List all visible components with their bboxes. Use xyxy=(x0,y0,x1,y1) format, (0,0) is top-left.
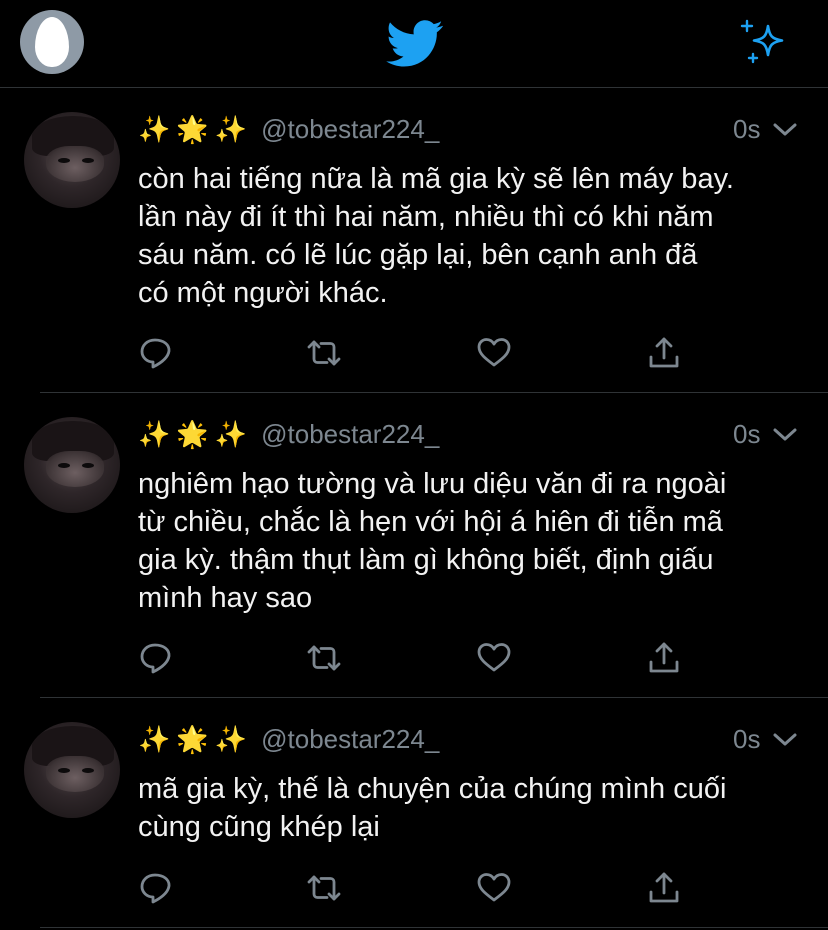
share-button[interactable] xyxy=(646,640,682,676)
tweet-text-line: gia kỳ. thậm thụt làm gì không biết, địn… xyxy=(138,544,714,576)
tweet-text: còn hai tiếng nữa là mã gia kỳ sẽ lên má… xyxy=(138,160,818,312)
tweet-header: ✨ 🌟 ✨ @tobestar224_ xyxy=(138,112,439,146)
sparkle-icon[interactable] xyxy=(738,18,790,66)
tweet-timestamp: 0s xyxy=(733,418,761,449)
tweet-timestamp: 0s xyxy=(733,113,761,144)
tweet-header: ✨ 🌟 ✨ @tobestar224_ xyxy=(138,722,439,756)
author-handle[interactable]: @tobestar224_ xyxy=(261,724,439,755)
author-avatar[interactable] xyxy=(24,112,120,208)
tweet-actions xyxy=(138,870,698,906)
sparkles-emoji: ✨ xyxy=(214,419,248,449)
heart-icon xyxy=(477,873,511,902)
reply-button[interactable] xyxy=(138,870,174,906)
tweet-card[interactable]: ✨ 🌟 ✨ @tobestar224_ 0s mã gia kỳ, thế là… xyxy=(0,698,828,930)
like-button[interactable] xyxy=(476,640,512,676)
sparkles-emoji: ✨ xyxy=(214,724,248,754)
like-button[interactable] xyxy=(476,335,512,371)
tweet-text-line: mình hay sao xyxy=(138,582,313,614)
share-icon xyxy=(649,872,679,903)
retweet-icon xyxy=(307,875,341,901)
tweet-text-line: nghiêm hạo tường và lưu diệu văn đi ra n… xyxy=(138,468,727,500)
tweet-header: ✨ 🌟 ✨ @tobestar224_ xyxy=(138,417,439,451)
tweet-text-line: có một người khác. xyxy=(138,277,388,309)
sparkles-emoji: ✨ xyxy=(138,419,171,449)
share-icon xyxy=(649,642,679,673)
profile-avatar[interactable] xyxy=(20,10,84,74)
egg-avatar-icon xyxy=(35,17,69,67)
share-button[interactable] xyxy=(646,335,682,371)
sparkles-emoji: ✨ xyxy=(138,114,171,144)
tweet-text: mã gia kỳ, thế là chuyện của chúng mình … xyxy=(138,770,818,846)
retweet-icon xyxy=(307,645,341,671)
reply-icon xyxy=(140,643,171,674)
tweet-card[interactable]: ✨ 🌟 ✨ @tobestar224_ 0s nghiêm hạo tường … xyxy=(0,393,828,698)
author-avatar[interactable] xyxy=(24,722,120,818)
reply-icon xyxy=(140,873,171,904)
divider xyxy=(40,927,828,928)
reply-button[interactable] xyxy=(138,640,174,676)
glowing-star-emoji: 🌟 xyxy=(176,724,209,754)
tweet-actions xyxy=(138,640,698,676)
top-bar xyxy=(0,0,828,88)
sparkles-emoji: ✨ xyxy=(214,114,248,144)
tweet-timestamp: 0s xyxy=(733,723,761,754)
tweet-actions xyxy=(138,335,698,371)
like-button[interactable] xyxy=(476,870,512,906)
reply-button[interactable] xyxy=(138,335,174,371)
author-handle[interactable]: @tobestar224_ xyxy=(261,419,439,450)
heart-icon xyxy=(477,643,511,672)
retweet-button[interactable] xyxy=(306,640,342,676)
retweet-button[interactable] xyxy=(306,870,342,906)
glowing-star-emoji: 🌟 xyxy=(176,114,209,144)
tweet-text: nghiêm hạo tường và lưu diệu văn đi ra n… xyxy=(138,465,818,617)
tweet-card[interactable]: ✨ 🌟 ✨ @tobestar224_ 0s còn hai tiếng nữa… xyxy=(0,88,828,393)
tweet-text-line: từ chiều, chắc là hẹn với hội á hiên đi … xyxy=(138,506,723,538)
author-handle[interactable]: @tobestar224_ xyxy=(261,114,439,145)
author-avatar[interactable] xyxy=(24,417,120,513)
sparkles-emoji: ✨ xyxy=(138,724,171,754)
retweet-button[interactable] xyxy=(306,335,342,371)
glowing-star-emoji: 🌟 xyxy=(176,419,209,449)
twitter-bird-icon xyxy=(386,20,443,67)
timeline-screen: ✨ 🌟 ✨ @tobestar224_ 0s còn hai tiếng nữa… xyxy=(0,0,828,930)
chevron-down-icon[interactable] xyxy=(772,722,798,756)
reply-icon xyxy=(140,338,171,369)
tweet-text-line: cùng cũng khép lại xyxy=(138,811,380,843)
retweet-icon xyxy=(307,340,341,366)
tweet-text-line: sáu năm. có lẽ lúc gặp lại, bên cạnh anh… xyxy=(138,239,698,271)
heart-icon xyxy=(477,338,511,367)
tweet-text-line: còn hai tiếng nữa là mã gia kỳ sẽ lên má… xyxy=(138,163,734,195)
tweet-text-line: lần này đi ít thì hai năm, nhiều thì có … xyxy=(138,201,714,233)
chevron-down-icon[interactable] xyxy=(772,112,798,146)
tweet-text-line: mã gia kỳ, thế là chuyện của chúng mình … xyxy=(138,773,727,805)
chevron-down-icon[interactable] xyxy=(772,417,798,451)
share-button[interactable] xyxy=(646,870,682,906)
share-icon xyxy=(649,337,679,368)
